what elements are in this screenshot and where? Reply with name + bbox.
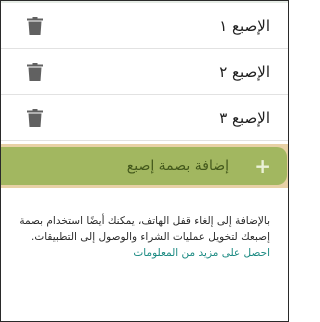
- add-fingerprint-label: إضافة بصمة إصبع: [126, 158, 229, 174]
- fingerprint-row-3[interactable]: الإصبع ٣: [1, 95, 288, 141]
- fingerprint-label: الإصبع ١: [219, 16, 270, 35]
- plus-icon: +: [254, 154, 271, 178]
- fingerprint-row-2[interactable]: الإصبع ٢: [1, 49, 288, 95]
- learn-more-link[interactable]: احصل على مزيد من المعلومات: [133, 247, 270, 259]
- trash-icon[interactable]: [27, 62, 43, 81]
- add-fingerprint-highlight: + إضافة بصمة إصبع: [1, 144, 288, 188]
- fingerprint-label: الإصبع ٢: [219, 62, 270, 81]
- info-section: بالإضافة إلى إلغاء قفل الهاتف، يمكنك أيض…: [19, 213, 270, 261]
- fingerprint-row-1[interactable]: الإصبع ١: [1, 3, 288, 49]
- trash-icon[interactable]: [27, 16, 43, 35]
- info-text: بالإضافة إلى إلغاء قفل الهاتف، يمكنك أيض…: [19, 215, 270, 243]
- trash-icon[interactable]: [27, 108, 43, 127]
- fingerprint-label: الإصبع ٣: [219, 108, 270, 127]
- add-fingerprint-button[interactable]: + إضافة بصمة إصبع: [1, 147, 287, 185]
- fingerprint-settings-screen: الإصبع ١ الإصبع ٢ الإصبع ٣ + إضافة بصمة …: [0, 0, 289, 322]
